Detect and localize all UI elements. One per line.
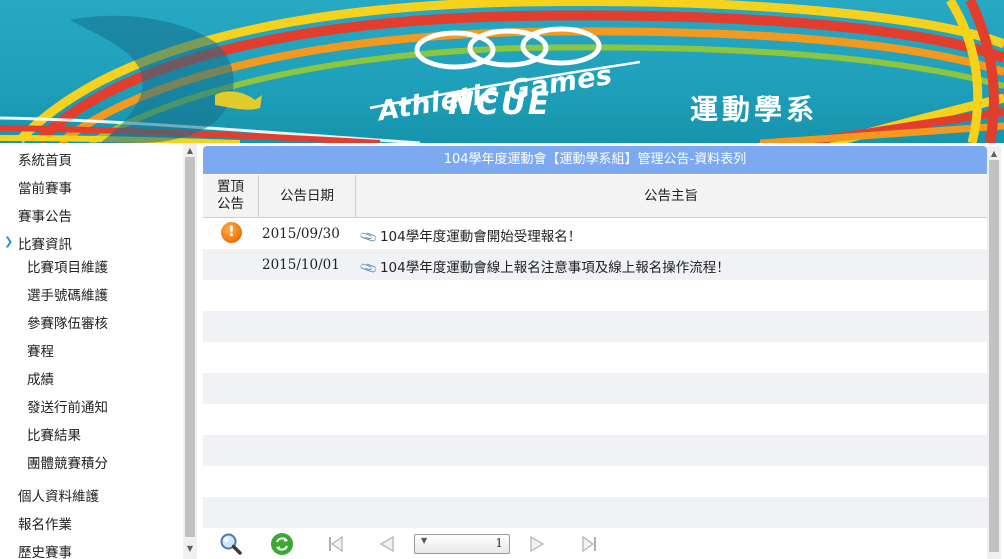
last-page-icon[interactable] <box>577 532 601 556</box>
row-subject-link[interactable]: 📎 104學年度運動會開始受理報名！ <box>358 225 582 247</box>
panel-title: 104學年度運動會【運動學系組】管理公告-資料表列 <box>203 146 987 174</box>
sidebar-item-announcements[interactable]: 賽事公告 <box>18 205 72 225</box>
page-number: 1 <box>495 536 503 550</box>
sidebar-item-competition-info[interactable]: 比賽資訊 <box>18 233 72 253</box>
table-row[interactable]: ! 2015/09/30 📎 104學年度運動會開始受理報名！ <box>203 218 987 249</box>
header-banner: Athletic Games NCUE 運動學系 <box>0 0 1004 143</box>
banner-subtitle: NCUE <box>448 86 552 122</box>
column-header-subject[interactable]: 公告主旨 <box>356 175 986 217</box>
sidebar-item-schedule[interactable]: 賽程 <box>27 340 54 360</box>
row-subject-link[interactable]: 📎 104學年度運動會線上報名注意事項及線上報名操作流程！ <box>358 256 730 278</box>
empty-row <box>203 342 987 373</box>
sidebar-item-registration[interactable]: 報名作業 <box>18 513 72 533</box>
row-subject[interactable]: 104學年度運動會開始受理報名！ <box>380 229 581 245</box>
empty-row <box>203 404 987 435</box>
column-header-pin[interactable]: 置頂 公告 <box>203 175 259 217</box>
sidebar-item-results[interactable]: 比賽結果 <box>27 424 81 444</box>
sidebar-item-athlete-numbers[interactable]: 選手號碼維護 <box>27 284 108 304</box>
scroll-down-icon[interactable]: ▼ <box>183 543 197 555</box>
pager-toolbar: ▼ 1 <box>203 528 987 559</box>
scroll-up-icon[interactable]: ▲ <box>183 145 197 157</box>
search-icon[interactable] <box>219 532 243 556</box>
main-scroll-thumb[interactable] <box>989 160 999 552</box>
paperclip-icon: 📎 <box>358 227 379 247</box>
chevron-down-icon[interactable]: ❯ <box>4 235 13 248</box>
announcement-table-body: ! 2015/09/30 📎 104學年度運動會開始受理報名！ 2015/10/0… <box>203 218 987 529</box>
page-select[interactable]: ▼ 1 <box>414 534 510 554</box>
sidebar-item-team-review[interactable]: 參賽隊伍審核 <box>27 312 108 332</box>
sidebar-item-scores[interactable]: 成績 <box>27 368 54 388</box>
sidebar-item-profile[interactable]: 個人資料維護 <box>18 485 99 505</box>
empty-row <box>203 311 987 342</box>
first-page-icon[interactable] <box>324 532 348 556</box>
row-date: 2015/09/30 <box>262 226 340 242</box>
scroll-up-icon[interactable]: ▲ <box>987 148 1001 160</box>
next-page-icon[interactable] <box>525 532 549 556</box>
sidebar-item-event-maintenance[interactable]: 比賽項目維護 <box>27 256 108 276</box>
sidebar: 系統首頁 當前賽事 賽事公告 ❯ 比賽資訊 比賽項目維護 選手號碼維護 參賽隊伍… <box>0 143 199 559</box>
sidebar-item-home[interactable]: 系統首頁 <box>18 149 72 169</box>
empty-row <box>203 466 987 497</box>
main-scrollbar[interactable]: ▲ <box>987 146 1001 559</box>
sidebar-item-current-events[interactable]: 當前賽事 <box>18 177 72 197</box>
table-row[interactable]: 2015/10/01 📎 104學年度運動會線上報名注意事項及線上報名操作流程！ <box>203 249 987 280</box>
refresh-icon[interactable] <box>270 532 294 556</box>
sidebar-item-team-points[interactable]: 團體競賽積分 <box>27 452 108 472</box>
paperclip-icon: 📎 <box>358 258 379 278</box>
table-header: 置頂 公告 公告日期 公告主旨 <box>203 175 987 218</box>
sidebar-item-send-notice[interactable]: 發送行前通知 <box>27 396 108 416</box>
banner-department: 運動學系 <box>690 93 819 126</box>
sidebar-scroll-thumb[interactable] <box>185 157 195 537</box>
sidebar-item-history[interactable]: 歷史賽事 <box>18 541 72 559</box>
exclamation-icon: ! <box>221 222 242 243</box>
announcement-panel: 104學年度運動會【運動學系組】管理公告-資料表列 置頂 公告 公告日期 公告主… <box>203 146 987 559</box>
sidebar-menu: 系統首頁 當前賽事 賽事公告 ❯ 比賽資訊 比賽項目維護 選手號碼維護 參賽隊伍… <box>0 143 183 559</box>
sidebar-scrollbar[interactable]: ▲ ▼ <box>183 143 197 559</box>
empty-row <box>203 373 987 404</box>
prev-page-icon[interactable] <box>375 532 399 556</box>
empty-row <box>203 280 987 311</box>
empty-row <box>203 435 987 466</box>
row-date: 2015/10/01 <box>262 257 340 273</box>
row-subject[interactable]: 104學年度運動會線上報名注意事項及線上報名操作流程！ <box>380 260 730 276</box>
empty-row <box>203 497 987 528</box>
column-header-date[interactable]: 公告日期 <box>259 175 356 217</box>
chevron-down-icon: ▼ <box>421 536 428 545</box>
